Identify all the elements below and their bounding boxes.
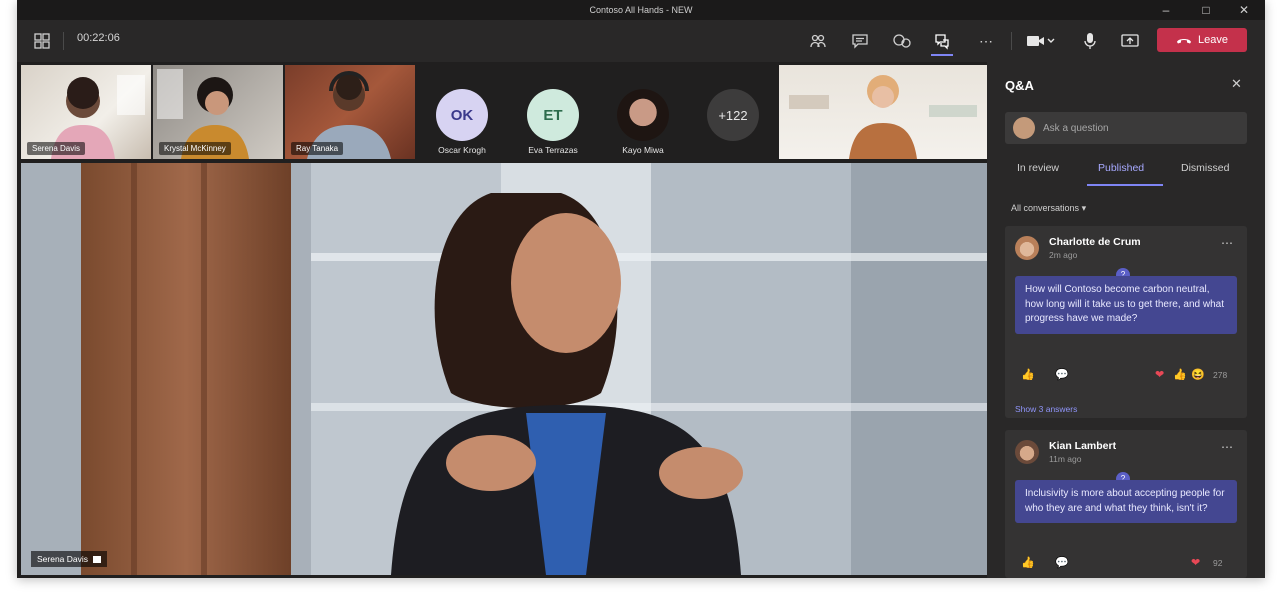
question-text: Inclusivity is more about accepting peop… [1015, 480, 1237, 523]
main-video-stage: Serena Davis [21, 163, 987, 575]
chat-icon[interactable] [847, 28, 873, 54]
leave-button[interactable]: Leave [1157, 28, 1247, 52]
meeting-toolbar: 00:22:06 ⋯ Leave [17, 20, 1265, 62]
tab-dismissed[interactable]: Dismissed [1181, 162, 1229, 174]
tab-published[interactable]: Published [1098, 162, 1144, 174]
tab-in-review[interactable]: In review [1017, 162, 1059, 174]
camera-icon[interactable] [1023, 28, 1059, 54]
active-tab-indicator [1087, 184, 1163, 186]
divider [63, 32, 64, 50]
reactions-row: 👍 💬 ❤ 👍 😆 278 [1015, 368, 1237, 386]
participant-name: Kayo Miwa [622, 145, 664, 155]
reply-icon[interactable]: 💬 [1055, 368, 1069, 381]
laugh-icon: 😆 [1191, 369, 1205, 381]
overflow-participants[interactable]: +122 [693, 65, 773, 159]
participant-strip: Serena Davis Krystal McKinney Ray Tanaka… [17, 62, 987, 162]
reactions-row: 👍 💬 ❤ 92 [1015, 556, 1237, 574]
thumbs-up-icon: 👍 [1173, 369, 1187, 381]
speaker-video [21, 163, 987, 575]
question-author: Charlotte de Crum [1049, 236, 1141, 248]
qa-icon[interactable] [929, 28, 955, 54]
show-answers-link[interactable]: Show 3 answers [1015, 404, 1077, 414]
more-icon[interactable]: ⋯ [973, 28, 999, 54]
video-tile[interactable]: Ray Tanaka [285, 65, 415, 159]
share-icon[interactable] [1117, 28, 1143, 54]
close-window-icon[interactable]: ✕ [1227, 0, 1261, 20]
question-card[interactable]: Charlotte de Crum 2m ago ⋯ ? How will Co… [1005, 226, 1247, 418]
ask-question-input[interactable]: Ask a question [1005, 112, 1247, 144]
question-author: Kian Lambert [1049, 440, 1117, 452]
more-options-icon[interactable]: ⋯ [1221, 236, 1234, 250]
minimize-icon[interactable]: – [1149, 0, 1183, 20]
participant-video [789, 75, 977, 159]
avatar [1013, 117, 1035, 139]
avatar [1015, 236, 1039, 260]
hangup-icon [1177, 39, 1191, 44]
reactions-icon[interactable] [889, 28, 915, 54]
heart-icon: ❤ [1155, 369, 1165, 381]
close-icon[interactable]: ✕ [1231, 76, 1242, 92]
participant-avatar[interactable]: OK Oscar Krogh [422, 65, 502, 159]
video-tile[interactable] [779, 65, 987, 159]
reply-icon[interactable]: 💬 [1055, 556, 1069, 569]
overflow-count: +122 [707, 89, 759, 141]
panel-title: Q&A [1005, 78, 1034, 93]
people-icon[interactable] [805, 28, 831, 54]
participant-avatar[interactable]: Kayo Miwa [603, 65, 683, 159]
question-card[interactable]: Kian Lambert 11m ago ⋯ ? Inclusivity is … [1005, 430, 1247, 578]
meeting-timer: 00:22:06 [77, 32, 120, 44]
teams-meeting-window: Contoso All Hands - NEW – □ ✕ 00:22:06 ⋯ [17, 0, 1265, 578]
speaker-name: Serena Davis [37, 554, 89, 564]
question-time: 11m ago [1049, 454, 1082, 464]
filter-label: All conversations [1011, 203, 1080, 213]
avatar: ET [527, 89, 579, 141]
participant-name: Eva Terrazas [528, 145, 578, 155]
chevron-down-icon: ▾ [1081, 203, 1087, 213]
ask-question-placeholder: Ask a question [1043, 122, 1109, 134]
avatar: OK [436, 89, 488, 141]
grid-icon[interactable] [29, 28, 55, 54]
like-icon[interactable]: 👍 [1021, 368, 1035, 381]
like-icon[interactable]: 👍 [1021, 556, 1035, 569]
title-bar: Contoso All Hands - NEW – □ ✕ [17, 0, 1265, 20]
leave-label: Leave [1198, 34, 1228, 46]
divider [1011, 32, 1012, 50]
question-text: How will Contoso become carbon neutral, … [1015, 276, 1237, 334]
participant-name: Krystal McKinney [159, 142, 231, 155]
reaction-count: 92 [1213, 558, 1223, 568]
video-tile[interactable]: Krystal McKinney [153, 65, 283, 159]
screen-share-icon [93, 555, 102, 563]
video-tile[interactable]: Serena Davis [21, 65, 151, 159]
heart-icon: ❤ [1191, 557, 1201, 569]
mic-icon[interactable] [1077, 28, 1103, 54]
participant-name: Ray Tanaka [291, 142, 344, 155]
participant-name: Serena Davis [27, 142, 86, 155]
speaker-name-chip: Serena Davis [31, 551, 108, 567]
qa-tabs: In review Published Dismissed [1005, 162, 1265, 186]
qa-active-indicator [931, 54, 953, 56]
window-title: Contoso All Hands - NEW [589, 5, 693, 15]
conversation-filter[interactable]: All conversations ▾ [1011, 203, 1086, 214]
question-time: 2m ago [1049, 250, 1078, 260]
reaction-count: 278 [1213, 370, 1228, 380]
participant-name: Oscar Krogh [438, 145, 486, 155]
avatar [1015, 440, 1039, 464]
maximize-icon[interactable]: □ [1189, 0, 1223, 20]
participant-avatar[interactable]: ET Eva Terrazas [513, 65, 593, 159]
more-options-icon[interactable]: ⋯ [1221, 440, 1234, 454]
avatar [617, 89, 669, 141]
qa-panel: Q&A ✕ Ask a question In review Published… [987, 62, 1265, 578]
